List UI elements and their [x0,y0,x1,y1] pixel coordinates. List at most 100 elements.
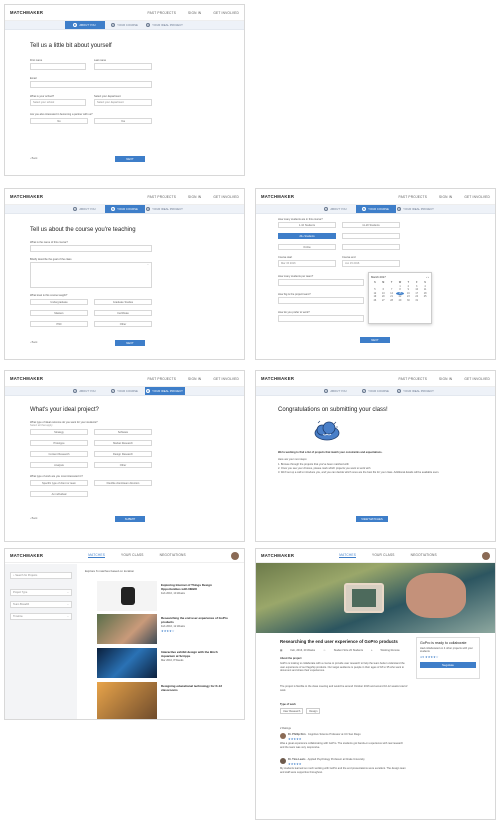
outcome-option[interactable]: Other [94,462,152,468]
back-link[interactable]: ‹ Back [30,517,37,520]
last-name-field[interactable] [94,63,152,70]
card-image-gopro[interactable] [97,614,157,644]
step-ideal[interactable]: 3 YOUR IDEAL PROJECT [145,205,185,213]
level-option[interactable]: Graduate Studies [94,299,152,305]
calendar-day[interactable]: 8 [396,288,404,291]
tab-negotiations[interactable]: NEGOTIATIONS [411,553,437,558]
tab-your-class[interactable]: YOUR CLASS [372,553,395,558]
nav-past-projects[interactable]: PAST PROJECTS [148,195,177,199]
nav-get-involved[interactable]: GET INVOLVED [464,377,490,381]
end-date-field[interactable]: Jun 15 2016 [342,260,400,267]
step-about[interactable]: 1 ABOUT YOU [64,21,105,29]
level-option[interactable]: Certificate [94,310,152,316]
step-ideal[interactable]: 3 YOUR IDEAL PROJECT [145,21,185,29]
next-button[interactable]: NEXT [115,156,145,162]
calendar-day[interactable]: 28 [388,299,396,302]
nav-sign-in[interactable]: SIGN IN [439,195,452,199]
nav-sign-in[interactable]: SIGN IN [439,377,452,381]
size-option[interactable] [342,233,400,239]
email-field[interactable] [30,81,152,88]
next-button[interactable]: NEXT [360,337,390,343]
team-field[interactable] [278,279,364,286]
work-field[interactable] [278,315,364,322]
work-option[interactable]: An individual [30,491,88,497]
course-desc-textarea[interactable]: ⌄ [30,262,152,288]
next-month-icon[interactable]: › [428,275,429,279]
step-course[interactable]: 2 YOUR COURSE [105,21,145,29]
calendar-day[interactable]: 27 [379,299,387,302]
size-option[interactable]: 11-20 Students [342,222,400,228]
step-ideal[interactable]: 3 YOUR IDEAL PROJECT [396,205,436,213]
outcome-option[interactable]: Prototype [30,440,88,446]
nav-get-involved[interactable]: GET INVOLVED [464,195,490,199]
size-option[interactable] [342,244,400,250]
level-option[interactable]: PhD [30,321,88,327]
back-link[interactable]: ‹ Back [30,157,37,160]
card-title[interactable]: Interactive exhibit design with the Birc… [161,650,231,658]
calendar-day[interactable]: 31 [413,299,421,302]
card-title[interactable]: Designing educational technology for K-1… [161,684,231,692]
project-field[interactable] [278,297,364,304]
nav-past-projects[interactable]: PAST PROJECTS [148,377,177,381]
work-option[interactable]: Specific type of client or team [30,480,88,486]
level-option[interactable]: Masters [30,310,88,316]
nav-past-projects[interactable]: PAST PROJECTS [399,377,428,381]
step-about[interactable]: ✓ ABOUT YOU [65,205,105,213]
step-about[interactable]: ✓ ABOUT YOU [316,205,356,213]
calendar-day[interactable]: 30 [404,299,412,302]
size-option-selected[interactable]: 20+ Students [278,233,336,239]
step-course[interactable]: ✓ YOUR COURSE [105,387,145,395]
work-option[interactable]: Flexible client/team direction [94,480,152,486]
next-button[interactable]: NEXT [115,340,145,346]
nav-get-involved[interactable]: GET INVOLVED [213,11,239,15]
filter-team-breadth[interactable]: Team Breadth ⌄ [10,601,72,608]
avatar[interactable] [230,551,239,560]
filter-timeline[interactable]: Timeline ⌄ [10,613,72,620]
size-option[interactable]: 1-10 Students [278,222,336,228]
nav-sign-in[interactable]: SIGN IN [188,377,201,381]
step-course[interactable]: 2 YOUR COURSE [355,205,396,213]
option-yes[interactable]: Yes [94,118,152,124]
level-option[interactable]: Other [94,321,152,327]
option-no[interactable]: No [30,118,88,124]
negotiate-button[interactable]: Negotiate [420,662,476,668]
card-image-aquarium[interactable] [97,648,157,678]
card-title[interactable]: Exploring Internet of Things Design Oppo… [161,583,231,591]
nav-past-projects[interactable]: PAST PROJECTS [399,195,428,199]
outcome-option[interactable]: Strategy [30,429,88,435]
calendar-day[interactable]: 29 [396,299,404,302]
step-about[interactable]: ✓ ABOUT YOU [316,387,356,395]
back-link[interactable]: ‹ Back [30,341,37,344]
outcome-option[interactable]: Analysis [30,462,88,468]
nav-get-involved[interactable]: GET INVOLVED [213,195,239,199]
card-image-nebo[interactable] [97,581,157,611]
step-course[interactable]: 2 YOUR COURSE [104,205,145,213]
view-matches-button[interactable]: VIEW MATCHES [356,516,388,522]
avatar[interactable] [481,551,490,560]
step-course[interactable]: ✓ YOUR COURSE [356,387,396,395]
tab-negotiations[interactable]: NEGOTIATIONS [160,553,186,558]
course-name-field[interactable] [30,245,152,252]
calendar-day[interactable]: 26 [371,299,379,302]
outcome-option[interactable]: Market Research [94,440,152,446]
first-name-field[interactable] [30,63,86,70]
nav-past-projects[interactable]: PAST PROJECTS [148,11,177,15]
outcome-option[interactable]: Design Research [94,451,152,457]
nav-sign-in[interactable]: SIGN IN [188,195,201,199]
card-image-edtech[interactable] [97,682,157,719]
size-option[interactable]: Online [278,244,336,250]
department-select[interactable]: Select your department [94,99,152,106]
card-title[interactable]: Researching the end user experience of G… [161,616,231,624]
date-picker-popup[interactable]: March 2017 ‹ › S M T W T F S 1 2 3 4 5 6 7 8 9 10 11 12 13 1… [368,272,432,324]
step-about[interactable]: ✓ ABOUT YOU [65,387,105,395]
tab-matches[interactable]: MATCHES [339,553,357,558]
step-ideal[interactable]: 3 YOUR IDEAL PROJECT [144,387,185,395]
step-ideal[interactable]: ✓ YOUR IDEAL PROJECT [396,387,436,395]
tab-your-class[interactable]: YOUR CLASS [121,553,144,558]
search-input[interactable]: ⌕ Search for Projects [10,572,72,579]
start-date-field[interactable]: Mar 15 2016 [278,260,336,267]
tab-matches[interactable]: MATCHES [88,553,106,558]
level-option[interactable]: Undergraduate [30,299,88,305]
nav-sign-in[interactable]: SIGN IN [188,11,201,15]
outcome-option[interactable]: Software [94,429,152,435]
